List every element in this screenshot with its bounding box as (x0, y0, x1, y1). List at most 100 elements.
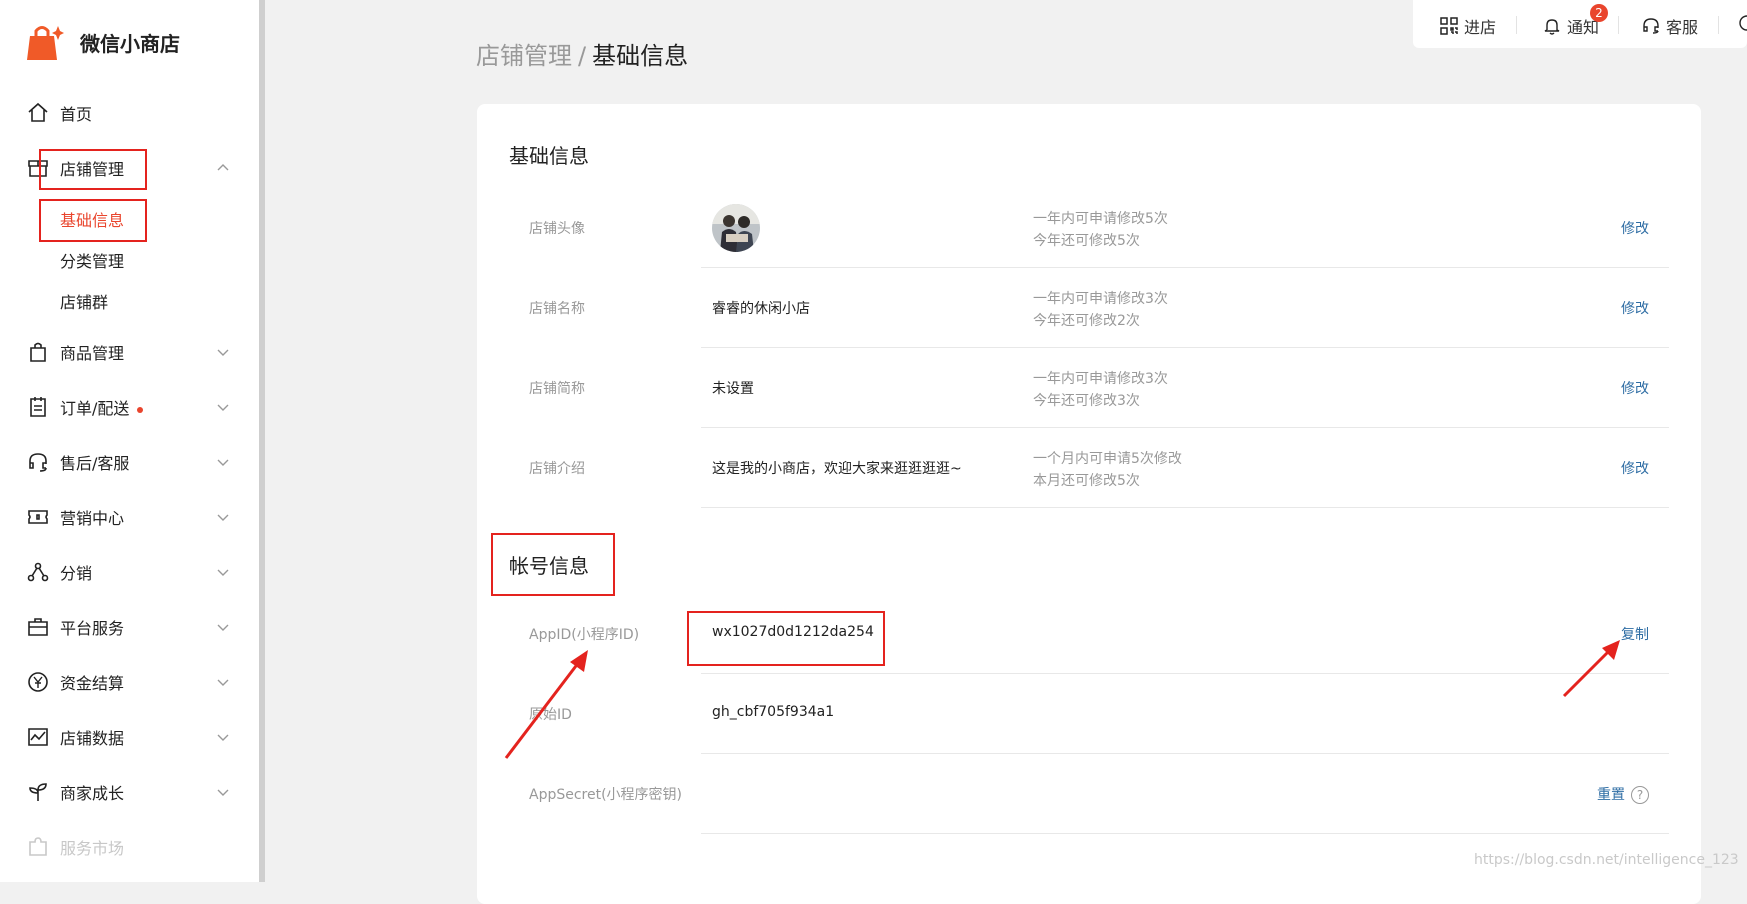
help-icon[interactable]: ? (1631, 786, 1649, 804)
row-divider (701, 507, 1669, 508)
chevron-down-icon (217, 349, 229, 356)
annotation-box-store-management (39, 149, 147, 190)
breadcrumb-separator: / (578, 42, 587, 70)
chart-icon (28, 728, 48, 746)
row-value: 睿睿的休闲小店 (712, 301, 810, 317)
sidebar: 微信小商店 首页 店铺管理 基础信息 分类管理 店铺群 商品管理 订单/配送 售… (0, 0, 265, 882)
enter-store-label: 进店 (1464, 18, 1497, 37)
enter-store-button[interactable]: 进店 (1440, 14, 1496, 38)
info-row-appsecret: AppSecret(小程序密钥) 重置? (477, 754, 1701, 834)
chevron-down-icon (217, 514, 229, 521)
brand-name: 微信小商店 (80, 31, 180, 56)
annotation-box-appid (687, 611, 885, 666)
row-note: 一年内可申请修改5次 今年还可修改5次 (1033, 211, 1168, 249)
copy-appid-button[interactable]: 复制 (1621, 624, 1649, 644)
shop-bag-logo-icon (27, 26, 64, 60)
annotation-box-basic-info (39, 199, 147, 242)
headset-icon (1643, 18, 1659, 34)
sprout-icon (29, 783, 47, 801)
page-title: 基础信息 (592, 42, 689, 70)
topbar-divider (1516, 16, 1517, 34)
briefcase-icon (28, 618, 48, 636)
chevron-down-icon (217, 624, 229, 631)
sidebar-item-distribution[interactable]: 分销 (0, 552, 259, 592)
row-value: 这是我的小商店，欢迎大家来逛逛逛逛~ (712, 461, 962, 477)
info-row-store-name: 店铺名称 睿睿的休闲小店 一年内可申请修改3次 今年还可修改2次 修改 (477, 268, 1701, 348)
row-note: 一年内可申请修改3次 今年还可修改2次 (1033, 291, 1168, 329)
info-row-short-name: 店铺简称 未设置 一年内可申请修改3次 今年还可修改3次 修改 (477, 348, 1701, 428)
row-label: 店铺头像 (529, 221, 585, 237)
chevron-down-icon (217, 679, 229, 686)
bag-icon (30, 342, 46, 362)
headset-icon (29, 453, 47, 472)
sidebar-item-home[interactable]: 首页 (0, 93, 259, 133)
edit-intro-button[interactable]: 修改 (1621, 458, 1649, 478)
sidebar-item-label: 分销 (60, 564, 93, 583)
row-label: AppID(小程序ID) (529, 627, 640, 643)
sidebar-item-growth[interactable]: 商家成长 (0, 772, 259, 812)
basic-info-card: 基础信息 店铺头像 一年内可申请修改5次 今年还可修改5次 修改 店铺名称 睿睿的… (477, 104, 1701, 904)
sidebar-item-marketing[interactable]: 营销中心 (0, 497, 259, 537)
original-id-value: gh_cbf705f934a1 (712, 704, 835, 720)
row-value: 未设置 (712, 381, 754, 397)
row-label: 店铺名称 (529, 301, 585, 317)
watermark: https://blog.csdn.net/intelligence_123 (1474, 852, 1739, 868)
sidebar-item-settlement[interactable]: 资金结算 (0, 662, 259, 702)
yuan-icon (28, 672, 48, 692)
chevron-down-icon (217, 789, 229, 796)
ticket-icon (28, 510, 48, 524)
puzzle-icon (29, 837, 47, 856)
annotation-arrow-copy (1562, 640, 1620, 698)
customer-service-button[interactable]: 客服 (1642, 14, 1698, 38)
sidebar-item-label: 资金结算 (60, 674, 125, 693)
qrcode-icon (1440, 17, 1458, 35)
info-row-appid: AppID(小程序ID) wx1027d0d1212da254 复制 (477, 594, 1701, 674)
chevron-down-icon (217, 569, 229, 576)
edit-short-name-button[interactable]: 修改 (1621, 378, 1649, 398)
sidebar-sub-store-group[interactable]: 店铺群 (60, 289, 108, 313)
edit-store-name-button[interactable]: 修改 (1621, 298, 1649, 318)
chevron-down-icon (217, 404, 229, 411)
topbar-divider (1618, 16, 1619, 34)
sidebar-item-store-data[interactable]: 店铺数据 (0, 717, 259, 757)
sidebar-item-label: 营销中心 (60, 509, 125, 528)
sidebar-item-label: 商品管理 (60, 344, 125, 363)
brand[interactable]: 微信小商店 (24, 22, 180, 62)
settings-icon-partial[interactable] (1738, 14, 1747, 32)
sidebar-item-label: 首页 (60, 105, 93, 124)
topbar-divider (1718, 16, 1719, 34)
sidebar-item-label: 订单/配送 (60, 395, 144, 419)
annotation-arrow-appid-label (504, 650, 588, 759)
store-avatar (712, 204, 760, 252)
sidebar-item-aftersales[interactable]: 售后/客服 (0, 442, 259, 482)
new-dot-indicator (137, 406, 144, 413)
chevron-down-icon (217, 459, 229, 466)
order-icon (30, 397, 46, 417)
row-note: 一年内可申请修改3次 今年还可修改3次 (1033, 371, 1168, 409)
sidebar-item-platform[interactable]: 平台服务 (0, 607, 259, 647)
sidebar-item-label: 服务市场 (60, 839, 125, 858)
home-icon (28, 102, 48, 122)
info-row-avatar: 店铺头像 一年内可申请修改5次 今年还可修改5次 修改 (477, 188, 1701, 268)
chevron-down-icon (217, 734, 229, 741)
info-row-intro: 店铺介绍 这是我的小商店，欢迎大家来逛逛逛逛~ 一个月内可申请5次修改 本月还可修… (477, 428, 1701, 508)
row-label: 店铺简称 (529, 381, 585, 397)
sidebar-item-products[interactable]: 商品管理 (0, 332, 259, 372)
row-label: 店铺介绍 (529, 461, 585, 477)
sidebar-item-label: 售后/客服 (60, 454, 130, 473)
reset-appsecret-button[interactable]: 重置? (1597, 784, 1649, 804)
sidebar-sub-category[interactable]: 分类管理 (60, 248, 124, 272)
chevron-up-icon (217, 164, 229, 171)
section-title-basic: 基础信息 (509, 144, 589, 168)
sidebar-item-label: 商家成长 (60, 784, 125, 803)
sidebar-item-label: 店铺数据 (60, 729, 125, 748)
customer-service-label: 客服 (1666, 18, 1699, 37)
share-icon (27, 562, 49, 582)
breadcrumb-parent[interactable]: 店铺管理 (476, 42, 572, 70)
info-row-original-id: 原始ID gh_cbf705f934a1 (477, 674, 1701, 754)
edit-avatar-button[interactable]: 修改 (1621, 218, 1649, 238)
sidebar-item-orders[interactable]: 订单/配送 (0, 387, 259, 427)
sidebar-item-service-market[interactable]: 服务市场 (0, 827, 259, 867)
bell-icon (1544, 19, 1560, 35)
row-divider (701, 833, 1669, 834)
